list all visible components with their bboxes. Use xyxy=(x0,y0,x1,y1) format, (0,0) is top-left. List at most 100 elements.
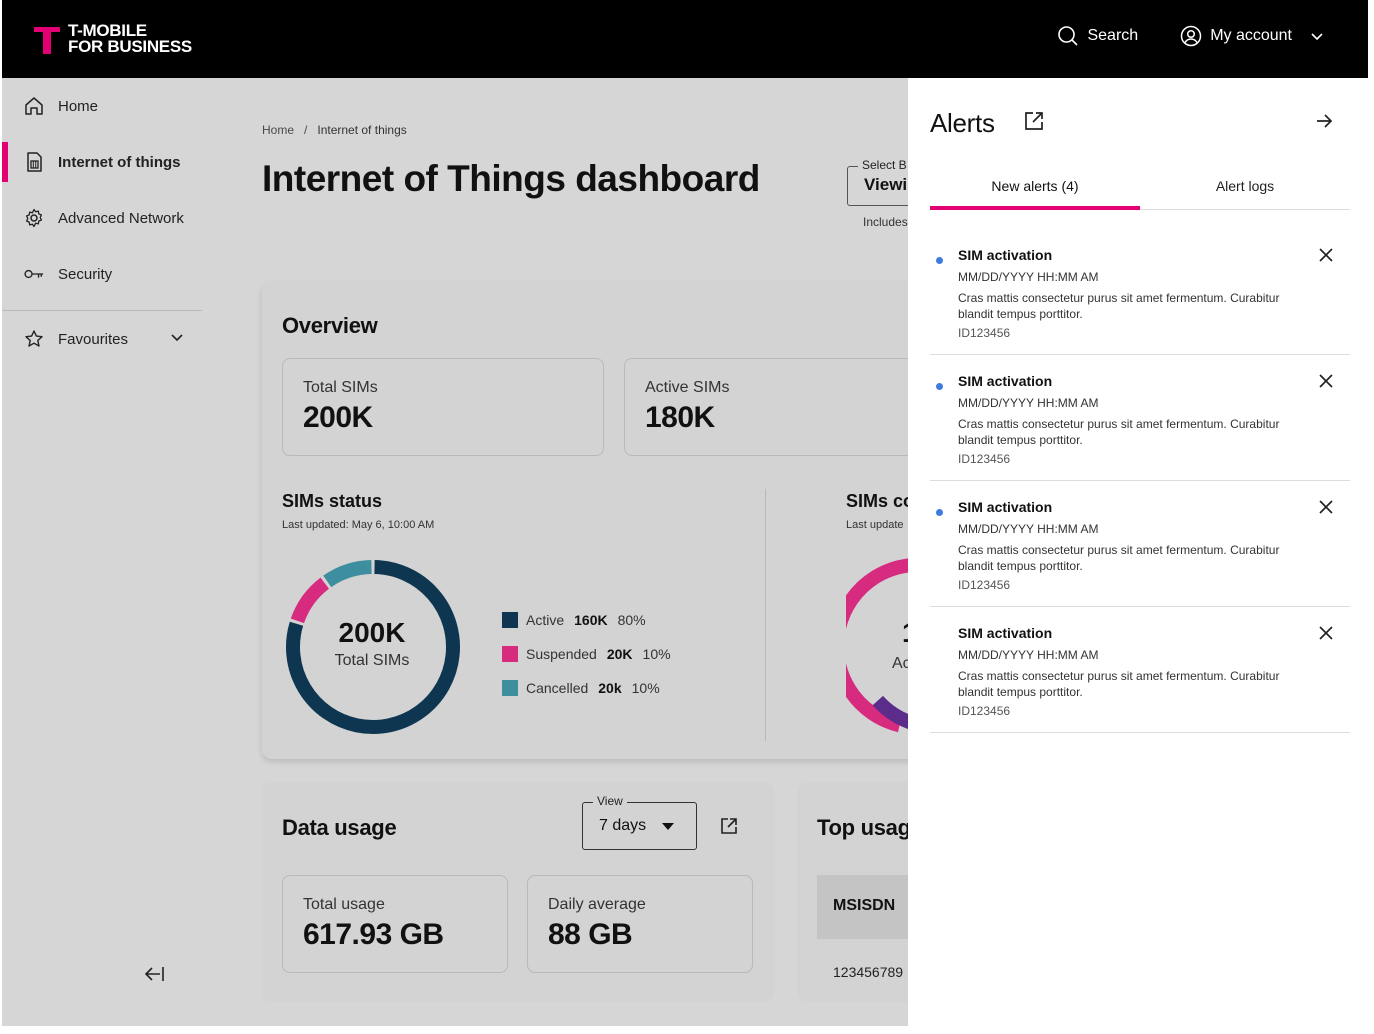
account-label: My account xyxy=(1210,27,1292,44)
alert-title: SIM activation xyxy=(958,247,1053,263)
legend-percent: 10% xyxy=(642,646,671,662)
alert-item[interactable]: SIM activation MM/DD/YYYY HH:MM AM Cras … xyxy=(930,355,1350,481)
alert-id: ID123456 xyxy=(958,578,1011,592)
alert-timestamp: MM/DD/YYYY HH:MM AM xyxy=(958,648,1099,662)
legend-count: 20K xyxy=(606,646,633,662)
donut-segment-suspended xyxy=(290,577,330,624)
legend-swatch xyxy=(502,680,518,696)
dropdown-arrow-icon xyxy=(662,823,674,830)
legend-swatch xyxy=(502,646,518,662)
stat-label: Daily average xyxy=(548,896,646,913)
view-period-select[interactable]: View 7 days xyxy=(582,794,697,850)
close-icon[interactable] xyxy=(1318,373,1334,389)
unread-indicator xyxy=(936,383,943,390)
sidebar-item-label: Home xyxy=(58,97,99,115)
page-title: Internet of Things dashboard xyxy=(262,158,760,199)
sidebar-item-internet-of-things[interactable]: Internet of things xyxy=(2,134,202,190)
section-divider xyxy=(765,489,766,741)
close-icon[interactable] xyxy=(1318,247,1334,263)
favourites-label: Favourites xyxy=(58,330,129,348)
alert-timestamp: MM/DD/YYYY HH:MM AM xyxy=(958,270,1099,284)
alert-timestamp: MM/DD/YYYY HH:MM AM xyxy=(958,522,1099,536)
home-icon xyxy=(24,96,44,116)
legend-item: Active 160K 80% xyxy=(502,603,671,637)
breadcrumb: Home / Internet of things xyxy=(262,123,407,137)
legend-percent: 80% xyxy=(617,612,646,628)
alert-item[interactable]: SIM activation MM/DD/YYYY HH:MM AM Cras … xyxy=(930,229,1350,355)
alert-item[interactable]: SIM activation MM/DD/YYYY HH:MM AM Cras … xyxy=(930,481,1350,607)
arrow-right-icon[interactable] xyxy=(1314,111,1334,131)
sims-connection-updated: Last update xyxy=(846,519,904,531)
breadcrumb-current: Internet of things xyxy=(317,123,407,137)
alerts-tabs: New alerts (4) Alert logs xyxy=(930,168,1350,210)
sidebar: Home Internet of things Advanced Network… xyxy=(2,78,202,1026)
top-bar: T-MOBILE FOR BUSINESS Search My account xyxy=(2,0,1368,78)
legend-swatch xyxy=(502,612,518,628)
search-label: Search xyxy=(1087,27,1139,44)
select-label: Select B xyxy=(858,158,911,172)
sidebar-item-home[interactable]: Home xyxy=(2,78,202,134)
alert-item[interactable]: SIM activation MM/DD/YYYY HH:MM AM Cras … xyxy=(930,607,1350,733)
breadcrumb-home[interactable]: Home xyxy=(262,123,294,137)
alert-description: Cras mattis consectetur purus sit amet f… xyxy=(958,543,1280,573)
search-icon xyxy=(1058,26,1079,46)
table-cell-msisdn: 123456789 xyxy=(833,964,904,980)
sidebar-item-advanced-network[interactable]: Advanced Network xyxy=(2,190,202,246)
legend-label: Active xyxy=(526,612,565,628)
key-icon xyxy=(24,264,44,284)
collapse-left-icon xyxy=(144,967,164,981)
select-helper-text: Includes xyxy=(863,215,908,229)
total-sims-tile: Total SIMs 200K xyxy=(282,358,604,456)
unread-indicator xyxy=(936,509,943,516)
stat-value: 88 GB xyxy=(548,918,633,951)
brand-logo[interactable]: T-MOBILE FOR BUSINESS xyxy=(34,22,192,56)
close-icon[interactable] xyxy=(1318,499,1334,515)
data-usage-title: Data usage xyxy=(282,815,397,840)
alert-description: Cras mattis consectetur purus sit amet f… xyxy=(958,669,1280,699)
sidebar-item-favourites[interactable]: Favourites xyxy=(2,311,202,367)
legend-item: Suspended 20K 10% xyxy=(502,637,671,671)
stat-label: Total SIMs xyxy=(303,379,378,396)
chevron-down-icon xyxy=(171,334,183,342)
active-sims-tile: Active SIMs 180K xyxy=(624,358,946,456)
alert-title: SIM activation xyxy=(958,373,1053,389)
star-icon xyxy=(24,329,44,349)
chevron-down-icon xyxy=(1311,33,1323,41)
external-link-icon[interactable] xyxy=(720,817,738,835)
alerts-title: Alerts xyxy=(930,108,995,138)
stat-value: 617.93 GB xyxy=(303,918,444,951)
user-icon xyxy=(1180,25,1202,47)
sidebar-item-security[interactable]: Security xyxy=(2,246,202,302)
collapse-sidebar-button[interactable] xyxy=(142,964,166,989)
stat-label: Active SIMs xyxy=(645,379,730,396)
gear-icon xyxy=(24,208,44,228)
legend-percent: 10% xyxy=(631,680,660,696)
close-icon[interactable] xyxy=(1318,625,1334,641)
my-account-button[interactable]: My account xyxy=(1180,25,1324,47)
alert-description: Cras mattis consectetur purus sit amet f… xyxy=(958,417,1280,447)
column-header-msisdn[interactable]: MSISDN xyxy=(833,897,895,915)
sidebar-item-label: Security xyxy=(58,265,113,283)
sims-status-legend: Active 160K 80% Suspended 20K 10% Cancelled 20k… xyxy=(502,603,671,705)
stat-value: 180K xyxy=(645,401,715,434)
total-usage-tile: Total usage 617.93 GB xyxy=(282,875,508,973)
stat-value: 200K xyxy=(303,401,373,434)
tab-alert-logs[interactable]: Alert logs xyxy=(1140,168,1350,209)
external-link-icon[interactable] xyxy=(1024,111,1044,131)
breadcrumb-separator: / xyxy=(304,123,308,137)
sidebar-item-label: Internet of things xyxy=(58,153,181,171)
sim-card-icon xyxy=(24,152,44,172)
data-usage-card: Data usage View 7 days Total usage 617.9… xyxy=(262,782,774,1002)
t-logo-icon xyxy=(34,23,60,55)
sims-connection-title: SIMs co xyxy=(846,491,915,511)
alert-title: SIM activation xyxy=(958,625,1053,641)
legend-count: 160K xyxy=(574,612,608,628)
unread-indicator xyxy=(936,257,943,264)
sidebar-item-label: Advanced Network xyxy=(58,209,184,227)
donut-center-label: Total SIMs xyxy=(334,652,410,669)
tab-new-alerts[interactable]: New alerts (4) xyxy=(930,168,1140,210)
search-button[interactable]: Search xyxy=(1057,25,1138,47)
stat-label: Total usage xyxy=(303,896,385,913)
legend-item: Cancelled 20k 10% xyxy=(502,671,671,705)
alert-timestamp: MM/DD/YYYY HH:MM AM xyxy=(958,396,1099,410)
